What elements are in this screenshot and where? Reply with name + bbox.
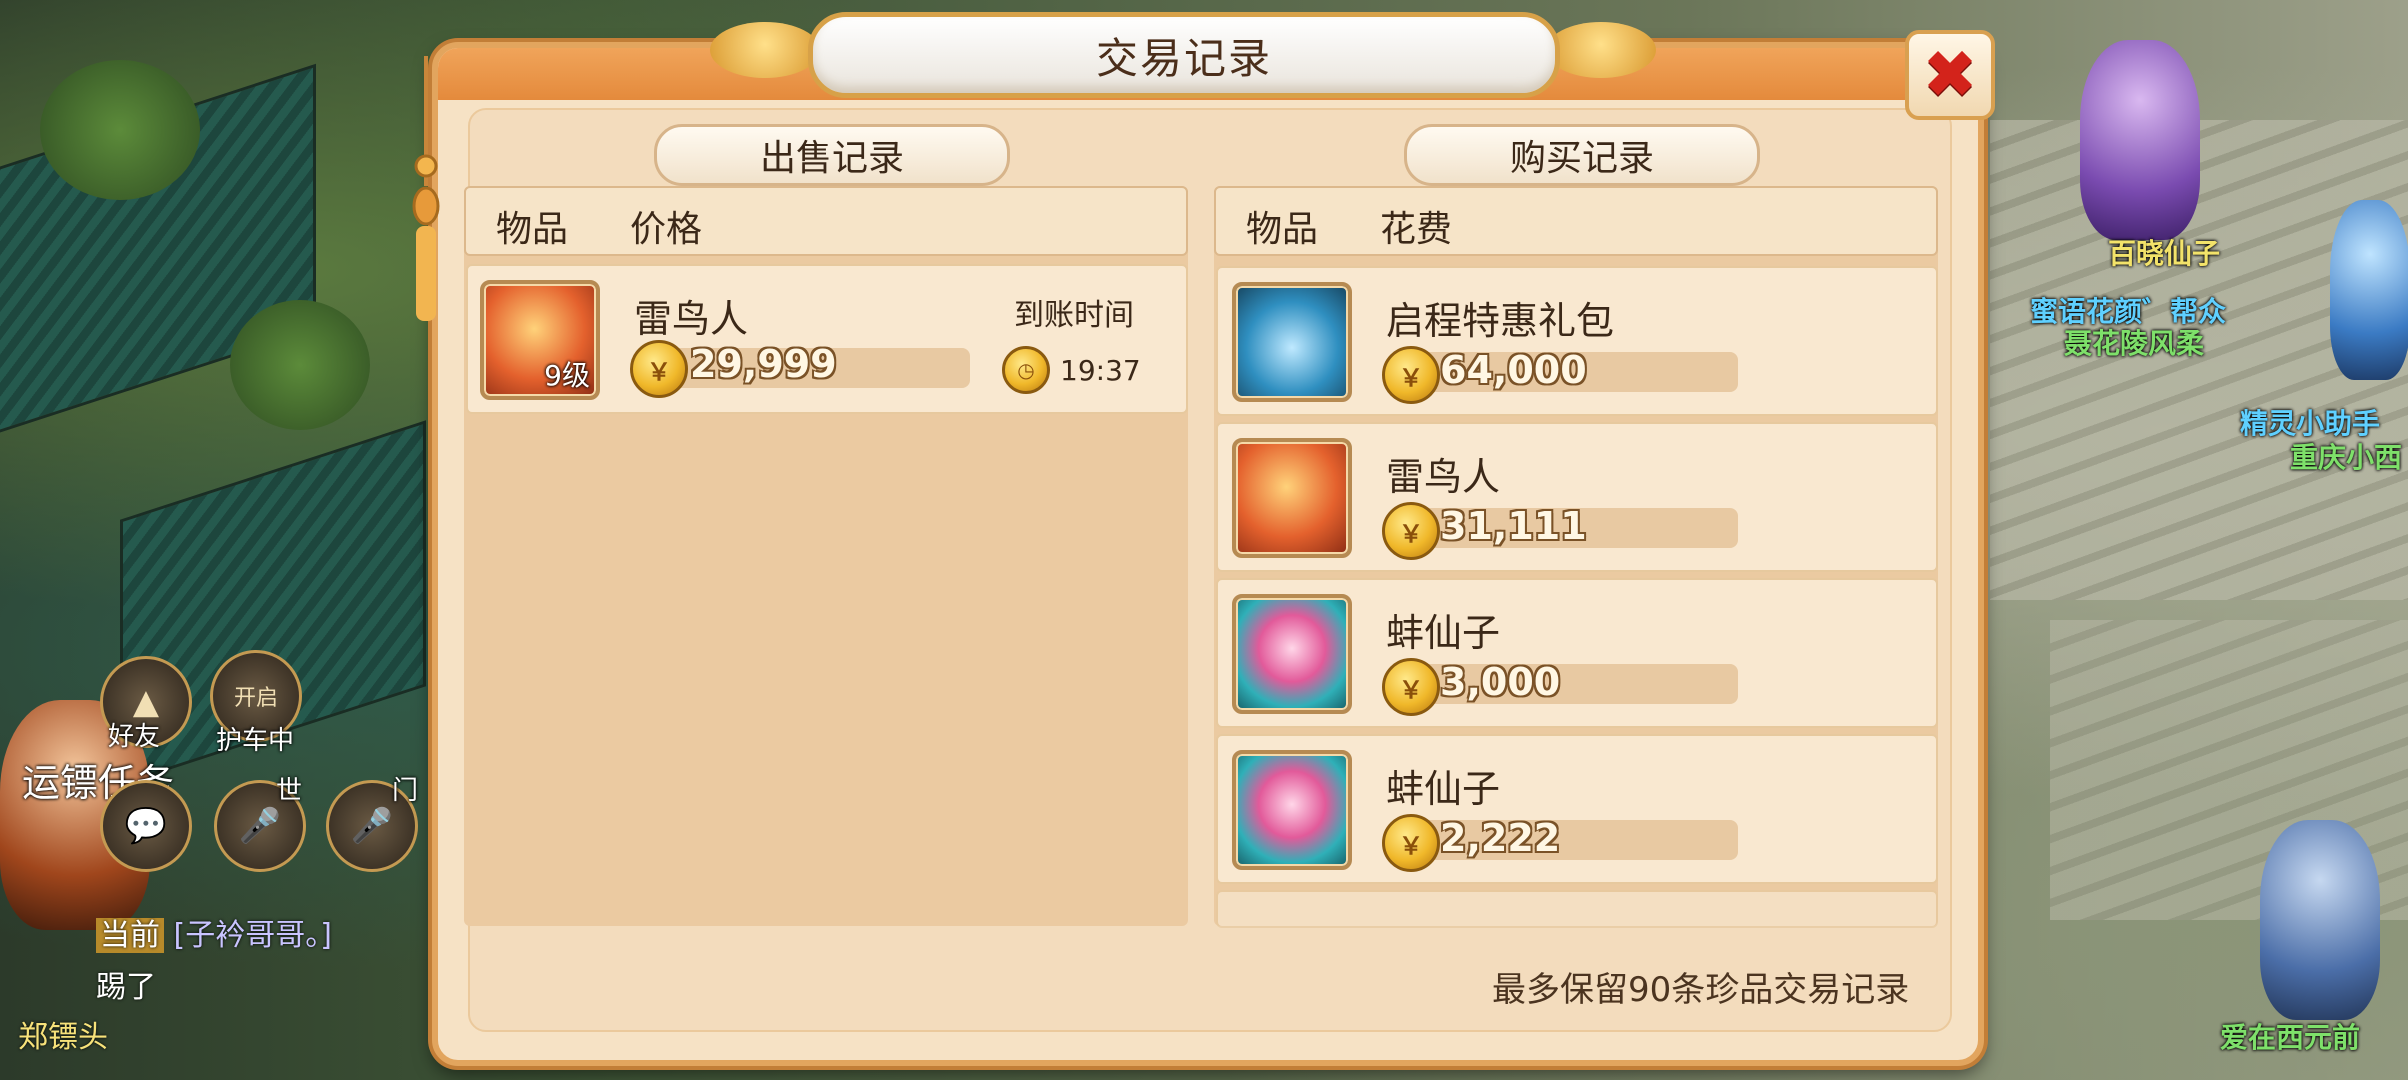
gold-coin-icon: ￥ (630, 340, 688, 398)
escort-badge: 开启 (233, 686, 278, 711)
item-name: 蚌仙子 (1386, 611, 1501, 655)
dialog-title-plaque: 交易记录 (808, 12, 1560, 98)
friend-label: 好友 (108, 722, 161, 752)
chat-channel: 当前 (96, 918, 164, 953)
tree (230, 300, 370, 430)
item-name: 雷鸟人 (1386, 455, 1501, 499)
team-channel-tag: 门 (392, 776, 419, 806)
blue-npc (2330, 200, 2408, 380)
dialog-title: 交易记录 (1095, 33, 1272, 83)
thunderbird-icon: 9级 (480, 280, 600, 400)
thunderbird-icon (1232, 438, 1352, 558)
sell-records-tab: 出售记录 (654, 124, 1010, 186)
item-name: 蚌仙子 (1386, 767, 1501, 811)
item-name: 雷鸟人 (634, 297, 749, 341)
close-icon: ✖ (1922, 36, 1978, 113)
item-name: 启程特惠礼包 (1386, 299, 1615, 343)
item-price: 29,999 (690, 342, 837, 386)
sell-record-row[interactable]: 9级 雷鸟人 ￥ 29,999 到账时间 ◷ 19:37 (466, 264, 1188, 414)
buy-record-row[interactable]: 蚌仙子 ￥ 3,000 (1216, 578, 1938, 728)
npc-name: 爱在西元前 (2220, 1021, 2361, 1054)
close-button[interactable]: ✖ (1905, 30, 1995, 120)
world-channel-tag: 世 (276, 776, 303, 806)
tree (40, 60, 200, 200)
clam-fairy-icon (1232, 594, 1352, 714)
buy-record-row[interactable]: 雷鸟人 ￥ 31,111 (1216, 422, 1938, 572)
chat-button[interactable]: 💬 (100, 780, 192, 872)
npc-name: 百晓仙子 (2108, 237, 2221, 270)
item-price: 64,000 (1440, 348, 1587, 392)
sell-column-header: 物品 价格 (464, 186, 1188, 256)
gold-coin-icon: ￥ (1382, 814, 1440, 872)
arrival-time: 19:37 (1060, 354, 1141, 387)
gold-coin-icon: ￥ (1382, 346, 1440, 404)
chat-line[interactable]: 当前 [子衿哥哥。] (96, 910, 332, 954)
fairy-npc (2080, 40, 2200, 240)
item-price: 3,000 (1440, 660, 1561, 704)
buy-record-row[interactable]: 蚌仙子 ￥ 2,222 (1216, 734, 1938, 884)
treasure-chest-icon (1232, 282, 1352, 402)
buy-record-row[interactable]: 启程特惠礼包 ￥ 64,000 (1216, 266, 1938, 416)
npc-name: 重庆小西 (2290, 441, 2403, 474)
plaque-wing-left (710, 22, 820, 78)
warrior-npc (2260, 820, 2380, 1020)
chat-line[interactable]: 踢了 (96, 962, 156, 1006)
gold-coin-icon: ￥ (1382, 502, 1440, 560)
column-price-label: 价格 (630, 209, 703, 250)
column-item-label: 物品 (496, 209, 569, 250)
microphone-icon: 🎤 (238, 806, 282, 846)
clam-fairy-icon (1232, 750, 1352, 870)
tassel-ornament (412, 56, 440, 321)
item-level-badge: 9级 (544, 359, 590, 392)
arrival-time-label: 到账时间 (1014, 298, 1134, 333)
item-price: 2,222 (1440, 816, 1561, 860)
chat-bubble-icon: 💬 (124, 806, 168, 846)
escort-label: 护车中 (216, 726, 295, 756)
microphone-icon: 🎤 (350, 806, 394, 846)
column-item-label: 物品 (1246, 209, 1319, 250)
footer-note: 最多保留90条珍品交易记录 (1492, 970, 1910, 1010)
item-price: 31,111 (1440, 504, 1587, 548)
chat-line[interactable]: 郑镖头 (18, 1012, 108, 1056)
npc-name: 聂花陵风柔 (2064, 327, 2205, 360)
buy-column-header: 物品 花费 (1214, 186, 1938, 256)
chat-text: [子衿哥哥。] (173, 918, 332, 953)
buy-records-tab: 购买记录 (1404, 124, 1760, 186)
column-cost-label: 花费 (1380, 209, 1453, 250)
clock-icon: ◷ (1002, 346, 1050, 394)
buy-record-row-partial[interactable] (1216, 890, 1938, 928)
gold-coin-icon: ￥ (1382, 658, 1440, 716)
plaque-wing-right (1546, 22, 1656, 78)
